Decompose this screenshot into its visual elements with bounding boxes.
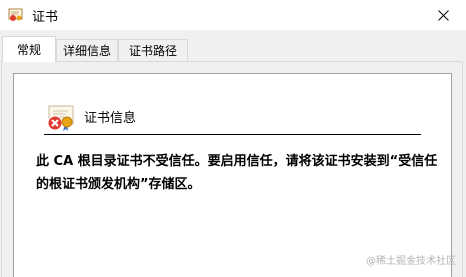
certificate-info-title: 证书信息 [84,111,137,126]
trust-warning-message: 此 CA 根目录证书不受信任。要启用信任，请将该证书安装到“受信任的根证书颁发机… [36,154,438,192]
tab-certification-path[interactable]: 证书路径 [118,39,188,61]
title-bar: 证书 [0,0,466,30]
tab-strip: 常规 详细信息 证书路径 [0,30,466,62]
tab-general[interactable]: 常规 [2,36,56,62]
tab-details[interactable]: 详细信息 [56,39,118,61]
close-button[interactable] [420,0,466,30]
close-icon [437,6,449,25]
untrusted-certificate-icon [46,104,76,132]
divider [44,134,421,135]
watermark: @稀土掘金技术社区 [366,256,456,267]
window-title: 证书 [32,10,59,25]
certificate-icon [8,7,24,21]
